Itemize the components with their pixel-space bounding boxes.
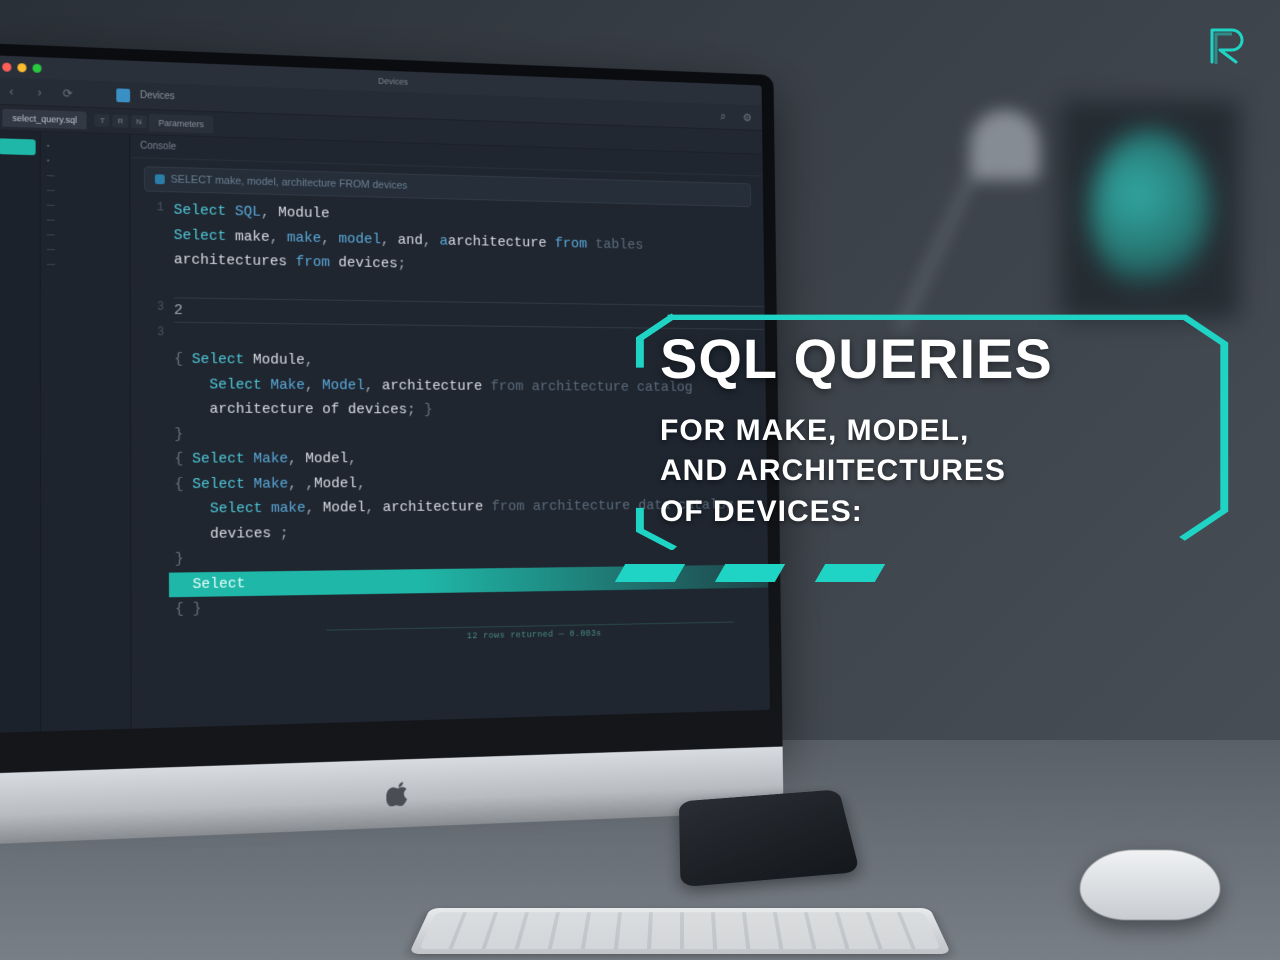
apple-logo-icon [386, 780, 411, 806]
refresh-icon[interactable]: ⟳ [59, 84, 77, 102]
toolbar-label: Devices [140, 90, 175, 102]
wall-frame [1060, 100, 1240, 320]
database-icon[interactable] [116, 88, 130, 102]
tab-secondary[interactable]: Parameters [149, 113, 214, 133]
subtitle-line: AND ARCHITECTURES [660, 451, 1220, 492]
explorer-panel: • • — — — — — — — [41, 132, 132, 732]
list-item[interactable]: — [41, 256, 130, 272]
nav-back-icon[interactable]: ‹ [2, 82, 20, 100]
nav-forward-icon[interactable]: › [31, 83, 49, 101]
tab-chip[interactable]: T [95, 114, 110, 127]
list-item[interactable]: — [41, 241, 130, 257]
close-icon[interactable] [2, 62, 11, 71]
subtitle-line: OF DEVICES: [660, 492, 1220, 533]
sidebar-active-item[interactable] [0, 138, 36, 155]
subtitle-line: FOR MAKE, MODEL, [660, 411, 1220, 452]
minimize-icon[interactable] [17, 63, 26, 72]
settings-icon[interactable]: ⚙ [739, 109, 755, 126]
brand-logo [1202, 22, 1250, 70]
tab-main[interactable]: select_query.sql [2, 108, 87, 128]
accent-shapes [620, 564, 880, 582]
trackpad [679, 789, 860, 887]
title-card: SQL QUERIES FOR MAKE, MODEL, AND ARCHITE… [660, 330, 1220, 532]
maximize-icon[interactable] [33, 63, 42, 72]
breadcrumb-text: SELECT make, model, architecture FROM de… [171, 174, 408, 192]
keyboard [409, 908, 951, 954]
tab-chip[interactable]: N [131, 115, 147, 128]
line-gutter: 1 33 [130, 197, 175, 729]
tab-chip[interactable]: R [113, 115, 129, 128]
screen: Devices ‹ › ⟳ Devices ⌕ ⚙ select_query.s… [0, 55, 770, 732]
file-icon [155, 174, 165, 184]
activity-bar [0, 130, 41, 733]
mouse [1080, 850, 1220, 920]
headline: SQL QUERIES [660, 330, 1220, 389]
search-icon[interactable]: ⌕ [715, 108, 731, 125]
